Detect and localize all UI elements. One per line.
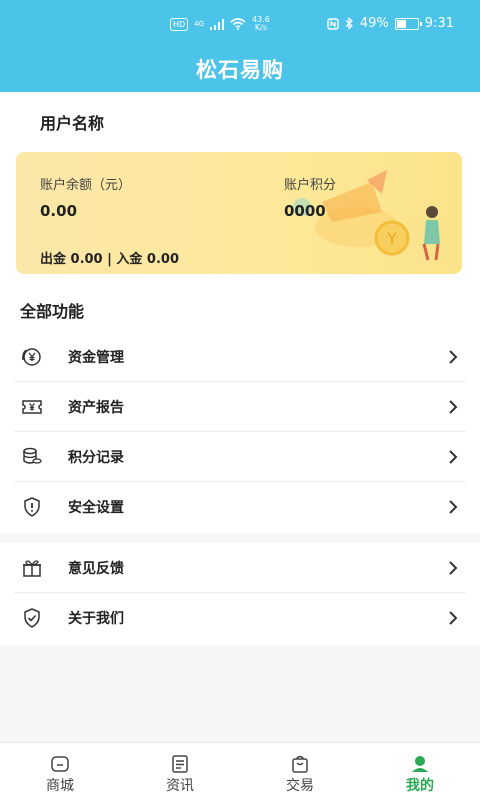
profile-content: 用户名称 Y 账户余额（元） 0.00 账户积分 0000 出金 0.00 | …	[0, 92, 480, 742]
tab-label: 交易	[286, 778, 314, 794]
bottom-tab-bar: 商城 资讯 交易 我的	[0, 742, 480, 800]
yen-circle-icon	[20, 345, 44, 369]
chevron-right-icon	[449, 350, 458, 364]
clock: 9:31	[424, 16, 454, 31]
menu-item-security-settings[interactable]: 安全设置	[14, 482, 466, 532]
chevron-right-icon	[449, 400, 458, 414]
menu-group-divider	[0, 533, 480, 543]
cash-flow-summary: 出金 0.00 | 入金 0.00	[40, 252, 180, 267]
status-network: HD 4G 43.6 K/s	[170, 16, 270, 32]
menu-label: 意见反馈	[68, 560, 124, 577]
signal-icon	[210, 18, 225, 30]
page-title: 松石易购	[196, 58, 284, 82]
status-system: 49% 9:31	[327, 16, 454, 31]
chevron-right-icon	[449, 500, 458, 514]
yen-ticket-icon	[20, 395, 44, 419]
tab-label: 我的	[406, 778, 434, 794]
menu-item-fund-management[interactable]: 资金管理	[14, 332, 466, 382]
tab-label: 商城	[46, 778, 74, 794]
points-label: 账户积分	[284, 178, 337, 193]
status-bar: HD 4G 43.6 K/s 49% 9:31	[0, 14, 480, 40]
hd-badge: HD	[170, 17, 189, 31]
chevron-right-icon	[449, 611, 458, 625]
menu-item-about-us[interactable]: 关于我们	[14, 593, 466, 643]
battery-fill	[396, 19, 407, 28]
bag-icon	[292, 755, 308, 773]
balance-value: 0.00	[40, 202, 78, 220]
menu-item-feedback[interactable]: 意见反馈	[14, 543, 466, 593]
chevron-right-icon	[449, 561, 458, 575]
tab-trade[interactable]: 交易	[240, 743, 360, 800]
news-icon	[172, 755, 188, 773]
battery-icon	[394, 17, 422, 30]
network-type: 4G	[194, 20, 205, 28]
points-value: 0000	[284, 202, 326, 220]
nfc-icon	[327, 17, 339, 30]
tab-label: 资讯	[166, 778, 194, 794]
menu-label: 资产报告	[68, 399, 124, 416]
menu-label: 资金管理	[68, 349, 124, 366]
shield-check-icon	[20, 606, 44, 630]
battery-percent: 49%	[359, 16, 389, 31]
tab-mine[interactable]: 我的	[360, 743, 480, 800]
bluetooth-icon	[345, 17, 353, 30]
wifi-icon	[230, 18, 246, 30]
user-name[interactable]: 用户名称	[40, 110, 104, 134]
home-icon	[51, 756, 69, 772]
person-icon	[412, 756, 428, 772]
menu-label: 积分记录	[68, 449, 124, 466]
gift-icon	[20, 556, 44, 580]
empty-area	[0, 645, 480, 742]
menu-item-points-record[interactable]: 积分记录	[14, 432, 466, 482]
feature-menu-primary: 资金管理 资产报告 积分记录 安全设置	[14, 332, 466, 532]
section-title-all-features: 全部功能	[20, 302, 85, 321]
menu-label: 关于我们	[68, 611, 124, 627]
menu-item-asset-report[interactable]: 资产报告	[14, 382, 466, 432]
chevron-right-icon	[449, 450, 458, 464]
account-card: Y 账户余额（元） 0.00 账户积分 0000 出金 0.00 | 入金 0.…	[16, 152, 462, 274]
coins-stack-icon	[20, 445, 44, 469]
network-speed: 43.6 K/s	[252, 15, 270, 32]
tab-mall[interactable]: 商城	[0, 743, 120, 800]
balance-label: 账户余额（元）	[40, 178, 132, 193]
menu-label: 安全设置	[68, 500, 124, 516]
shield-alert-icon	[20, 495, 44, 519]
feature-menu-secondary: 意见反馈 关于我们	[14, 543, 466, 643]
app-header: HD 4G 43.6 K/s 49% 9:31 松石易购	[0, 0, 480, 92]
tab-news[interactable]: 资讯	[120, 743, 240, 800]
svg-text:Y: Y	[386, 229, 397, 248]
